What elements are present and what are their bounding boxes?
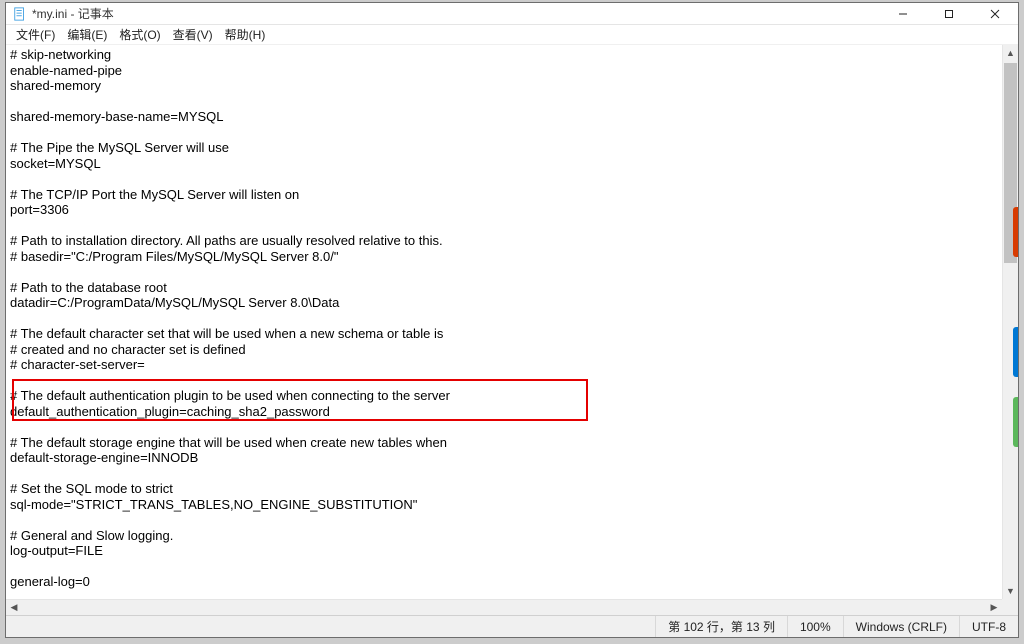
scrollbar-corner: [1002, 599, 1018, 615]
notepad-icon: [12, 6, 28, 22]
close-button[interactable]: [972, 3, 1018, 25]
status-position: 第 102 行，第 13 列: [655, 616, 787, 637]
status-encoding: UTF-8: [959, 616, 1018, 637]
statusbar: 第 102 行，第 13 列 100% Windows (CRLF) UTF-8: [6, 615, 1018, 637]
notepad-window: *my.ini - 记事本 文件(F) 编辑(E) 格式(O) 查看(V) 帮助…: [5, 2, 1019, 638]
scroll-down-arrow-icon[interactable]: ▼: [1003, 583, 1018, 599]
vertical-scroll-thumb[interactable]: [1004, 63, 1017, 263]
status-zoom: 100%: [787, 616, 843, 637]
titlebar[interactable]: *my.ini - 记事本: [6, 3, 1018, 25]
maximize-button[interactable]: [926, 3, 972, 25]
horizontal-scrollbar[interactable]: ◀ ▶: [6, 599, 1002, 615]
menu-help[interactable]: 帮助(H): [219, 25, 272, 44]
menu-edit[interactable]: 编辑(E): [61, 25, 113, 44]
status-spacer: [6, 616, 655, 637]
vertical-scrollbar[interactable]: ▲ ▼: [1002, 45, 1018, 599]
text-editor[interactable]: # skip-networking enable-named-pipe shar…: [6, 45, 1002, 599]
window-title: *my.ini - 记事本: [32, 5, 114, 22]
status-line-ending: Windows (CRLF): [843, 616, 959, 637]
scroll-right-arrow-icon[interactable]: ▶: [986, 600, 1002, 615]
menu-format[interactable]: 格式(O): [113, 25, 166, 44]
minimize-button[interactable]: [880, 3, 926, 25]
menu-view[interactable]: 查看(V): [167, 25, 219, 44]
editor-area: # skip-networking enable-named-pipe shar…: [6, 45, 1018, 615]
scroll-up-arrow-icon[interactable]: ▲: [1003, 45, 1018, 61]
scroll-left-arrow-icon[interactable]: ◀: [6, 600, 22, 615]
menu-file[interactable]: 文件(F): [10, 25, 61, 44]
menubar: 文件(F) 编辑(E) 格式(O) 查看(V) 帮助(H): [6, 25, 1018, 45]
